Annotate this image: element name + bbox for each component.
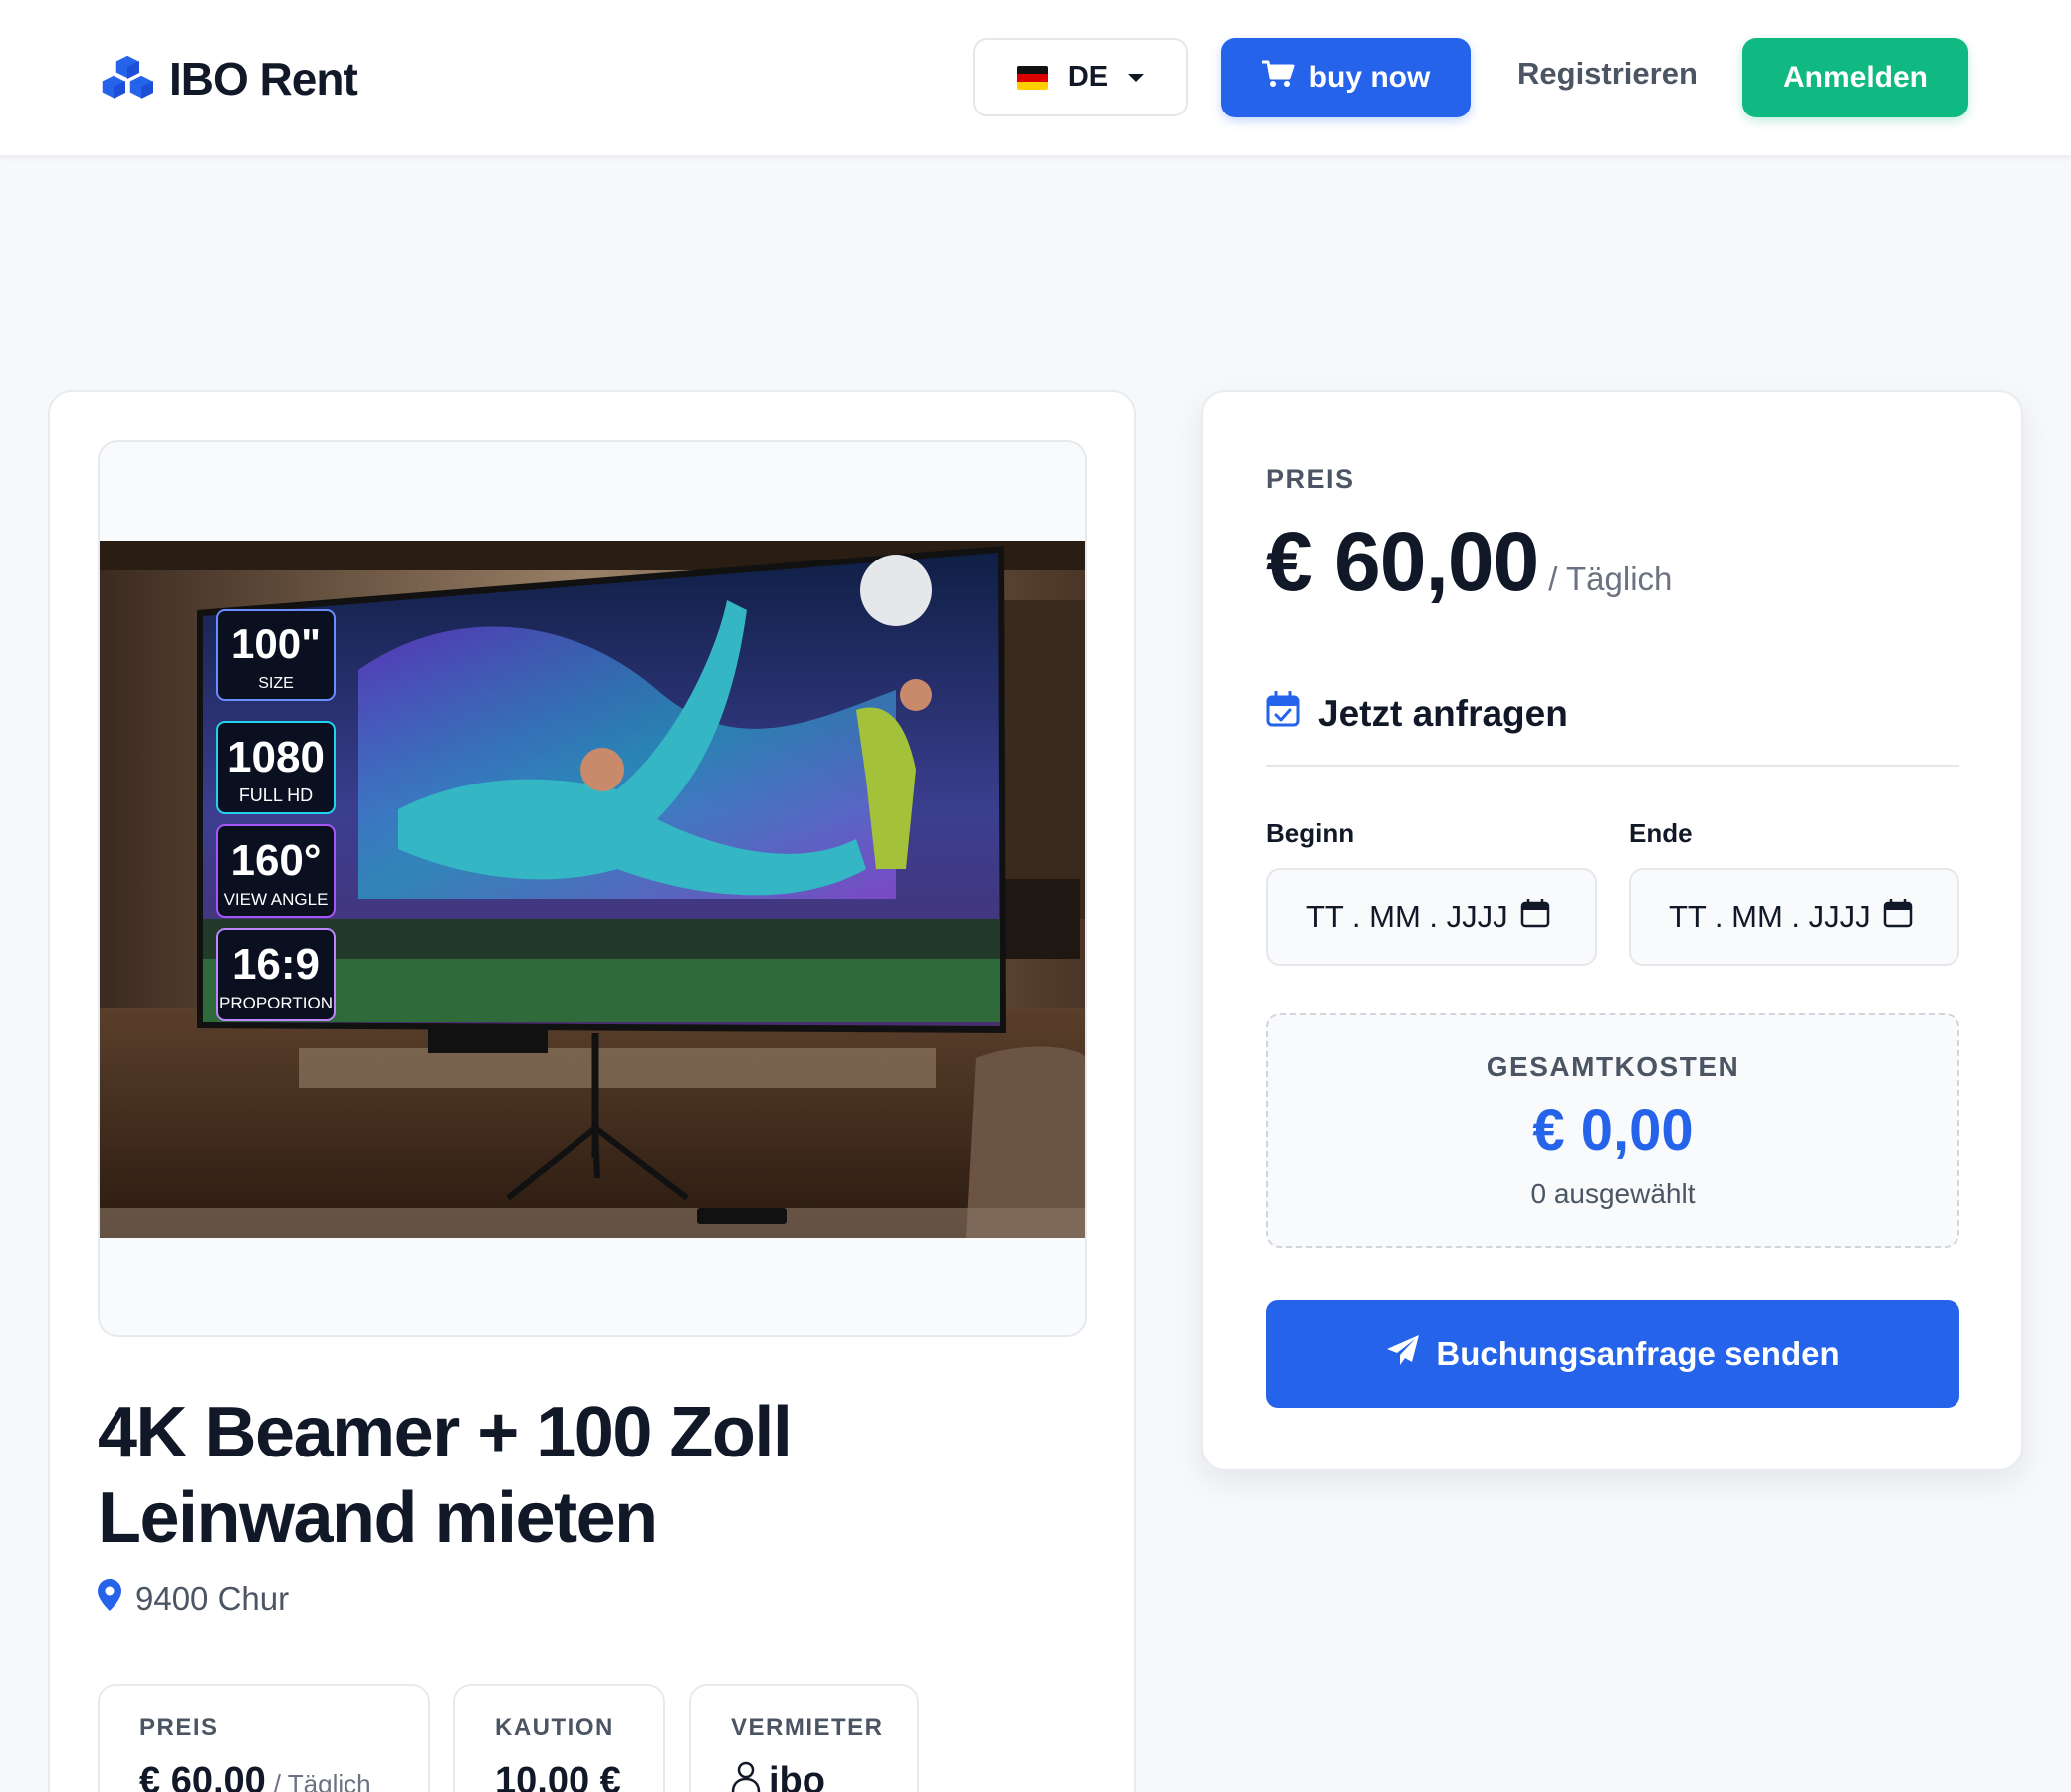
product-card: 100" SIZE 1080 FULL HD 160° VIEW ANGLE 1… bbox=[48, 390, 1136, 1792]
buy-now-label: buy now bbox=[1308, 61, 1431, 94]
top-navbar: IBO Rent DE buy now Registrieren Anmelde… bbox=[0, 0, 2071, 156]
map-pin-icon bbox=[98, 1579, 121, 1619]
info-owner-label: VERMIETER bbox=[731, 1714, 884, 1741]
info-owner-value[interactable]: ibo bbox=[769, 1760, 825, 1792]
info-price-label: PREIS bbox=[139, 1714, 219, 1741]
paper-plane-icon bbox=[1386, 1334, 1420, 1374]
badge-resolution-label: FULL HD bbox=[239, 785, 313, 805]
badge-size-label: SIZE bbox=[258, 675, 294, 692]
badge-angle-value: 160° bbox=[230, 836, 321, 885]
info-price-unit: / Täglich bbox=[273, 1769, 371, 1792]
calendar-icon[interactable] bbox=[1883, 898, 1913, 936]
caret-down-icon bbox=[1128, 73, 1145, 82]
buy-now-button[interactable]: buy now bbox=[1221, 38, 1471, 117]
info-deposit-value: 10,00 € bbox=[495, 1760, 621, 1792]
calendar-check-icon bbox=[1266, 690, 1300, 736]
info-owner-value-row: ibo bbox=[731, 1760, 917, 1792]
german-flag-icon bbox=[1016, 65, 1048, 90]
booking-price-unit: / Täglich bbox=[1548, 560, 1673, 597]
info-price-value: € 60,00 bbox=[139, 1760, 266, 1792]
badge-ratio-value: 16:9 bbox=[232, 940, 320, 989]
send-booking-label: Buchungsanfrage senden bbox=[1436, 1335, 1840, 1372]
end-date-label: Ende bbox=[1629, 818, 1693, 848]
location-text: 9400 Chur bbox=[135, 1580, 290, 1617]
badge-size-value: 100" bbox=[231, 620, 321, 667]
language-code: DE bbox=[1067, 61, 1109, 93]
calendar-icon[interactable] bbox=[1520, 898, 1550, 936]
badge-ratio-label: PROPORTION bbox=[219, 994, 333, 1012]
product-location: 9400 Chur bbox=[98, 1579, 289, 1619]
start-date-input[interactable]: TT . MM . JJJJ bbox=[1266, 868, 1597, 966]
total-selected-count: 0 ausgewählt bbox=[1530, 1178, 1696, 1209]
cart-icon bbox=[1261, 59, 1295, 97]
language-selector[interactable]: DE bbox=[973, 38, 1188, 116]
start-date-placeholder: TT . MM . JJJJ bbox=[1306, 899, 1508, 934]
info-deposit-label: KAUTION bbox=[495, 1714, 614, 1741]
request-title: Jetzt anfragen bbox=[1318, 692, 1568, 734]
register-link[interactable]: Registrieren bbox=[1517, 56, 1698, 92]
info-price-box: PREIS € 60,00 / Täglich bbox=[98, 1684, 430, 1792]
end-date-input[interactable]: TT . MM . JJJJ bbox=[1629, 868, 1959, 966]
badge-resolution-value: 1080 bbox=[227, 733, 325, 782]
send-booking-request-button[interactable]: Buchungsanfrage senden bbox=[1266, 1300, 1959, 1408]
brand-name: IBO Rent bbox=[169, 53, 358, 105]
product-image-frame: 100" SIZE 1080 FULL HD 160° VIEW ANGLE 1… bbox=[98, 440, 1087, 1337]
info-owner-box: VERMIETER ibo bbox=[689, 1684, 919, 1792]
booking-price-value: € 60,00 bbox=[1266, 515, 1539, 608]
product-image[interactable]: 100" SIZE 1080 FULL HD 160° VIEW ANGLE 1… bbox=[100, 541, 1085, 1238]
booking-price-label: PREIS bbox=[1266, 464, 1355, 494]
brand-logo[interactable]: IBO Rent bbox=[100, 52, 358, 106]
info-price-value-row: € 60,00 / Täglich bbox=[139, 1760, 428, 1792]
booking-price-row: € 60,00 / Täglich bbox=[1266, 514, 1672, 610]
end-date-placeholder: TT . MM . JJJJ bbox=[1669, 899, 1871, 934]
total-cost-value: € 0,00 bbox=[1532, 1098, 1694, 1163]
badge-angle-label: VIEW ANGLE bbox=[224, 890, 329, 909]
request-divider bbox=[1266, 765, 1959, 767]
request-heading: Jetzt anfragen bbox=[1266, 690, 1568, 736]
total-cost-box: GESAMTKOSTEN € 0,00 0 ausgewählt bbox=[1266, 1013, 1959, 1248]
user-icon bbox=[731, 1760, 761, 1792]
start-date-label: Beginn bbox=[1266, 818, 1355, 848]
total-cost-label: GESAMTKOSTEN bbox=[1486, 1051, 1740, 1082]
login-button[interactable]: Anmelden bbox=[1742, 38, 1968, 117]
booking-card: PREIS € 60,00 / Täglich Jetzt anfragen B… bbox=[1201, 390, 2023, 1471]
cubes-logo-icon bbox=[100, 53, 155, 106]
product-title: 4K Beamer + 100 Zoll Leinwand mieten bbox=[98, 1393, 793, 1558]
info-deposit-box: KAUTION 10,00 € bbox=[453, 1684, 665, 1792]
